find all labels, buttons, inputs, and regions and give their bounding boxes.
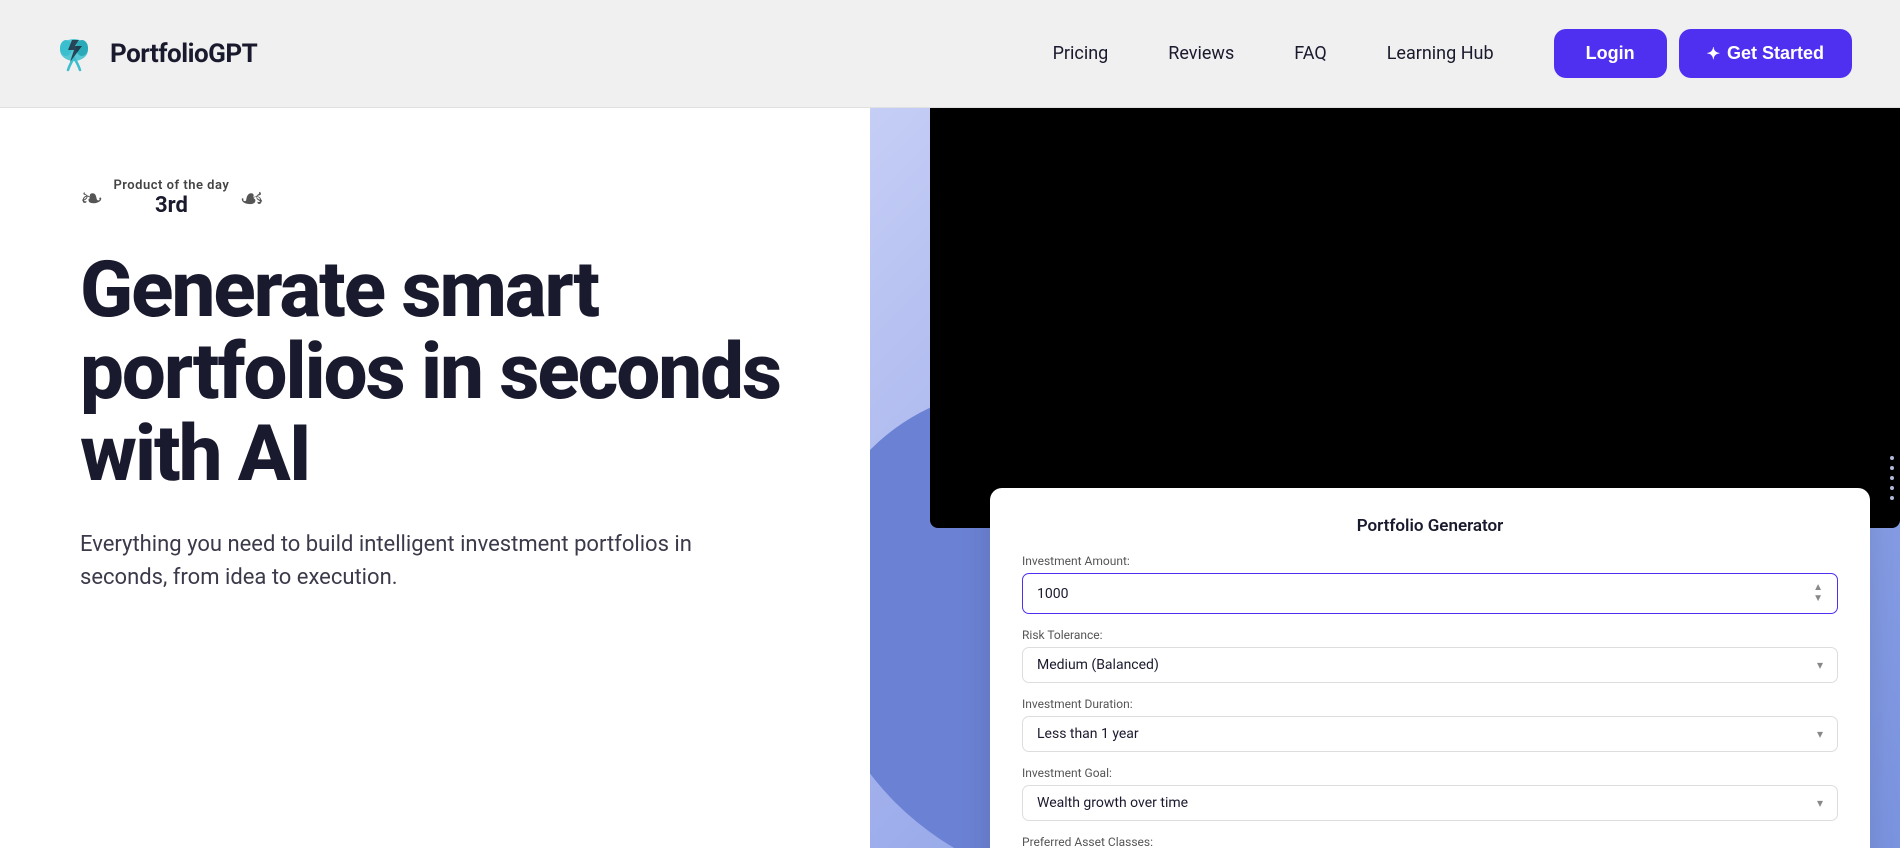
scroll-dot: [1890, 466, 1894, 470]
login-button[interactable]: Login: [1554, 29, 1667, 78]
navbar: PortfolioGPT Pricing Reviews FAQ Learnin…: [0, 0, 1900, 108]
logo-icon: [48, 28, 100, 80]
nav-learning-hub[interactable]: Learning Hub: [1387, 43, 1494, 64]
preferred-asset-field: Preferred Asset Classes:: [1022, 835, 1838, 848]
nav-pricing[interactable]: Pricing: [1053, 43, 1109, 64]
chevron-down-icon: ▾: [1817, 658, 1823, 672]
scroll-dot: [1890, 486, 1894, 490]
logo-area: PortfolioGPT: [48, 28, 257, 80]
hero-section: ❧ Product of the day 3rd ☙ Generate smar…: [0, 108, 1900, 848]
investment-goal-value: Wealth growth over time: [1037, 795, 1188, 811]
card-title: Portfolio Generator: [1022, 516, 1838, 536]
investment-amount-value: 1000: [1037, 586, 1068, 602]
sparkle-icon: ✦: [1707, 44, 1720, 64]
laptop-mockup: [930, 108, 1900, 528]
chevron-down-icon: ▾: [1817, 796, 1823, 810]
hero-subtitle: Everything you need to build intelligent…: [80, 528, 700, 594]
get-started-label: Get Started: [1727, 43, 1824, 64]
investment-goal-label: Investment Goal:: [1022, 766, 1838, 780]
chevron-down-icon: ▾: [1817, 727, 1823, 741]
laurel-right-icon: ☙: [239, 182, 264, 215]
badge-label: Product of the day: [113, 178, 229, 193]
badge-rank: 3rd: [155, 193, 188, 218]
nav-reviews[interactable]: Reviews: [1168, 43, 1234, 64]
investment-duration-field: Investment Duration: Less than 1 year ▾: [1022, 697, 1838, 752]
investment-duration-select[interactable]: Less than 1 year ▾: [1022, 716, 1838, 752]
investment-duration-label: Investment Duration:: [1022, 697, 1838, 711]
investment-amount-field: Investment Amount: 1000 ▲ ▼: [1022, 554, 1838, 614]
risk-tolerance-select[interactable]: Medium (Balanced) ▾: [1022, 647, 1838, 683]
risk-tolerance-field: Risk Tolerance: Medium (Balanced) ▾: [1022, 628, 1838, 683]
hero-title: Generate smart portfolios in seconds wit…: [80, 250, 810, 496]
nav-faq[interactable]: FAQ: [1294, 43, 1326, 64]
spinner-up-icon[interactable]: ▲: [1813, 583, 1823, 593]
product-badge: ❧ Product of the day 3rd ☙: [80, 178, 810, 218]
hero-right: Portfolio Generator Investment Amount: 1…: [870, 108, 1900, 848]
nav-links: Pricing Reviews FAQ Learning Hub: [1053, 43, 1494, 64]
risk-tolerance-value: Medium (Balanced): [1037, 657, 1159, 673]
investment-amount-input[interactable]: 1000 ▲ ▼: [1022, 573, 1838, 614]
nav-buttons: Login ✦ Get Started: [1554, 29, 1852, 78]
risk-tolerance-label: Risk Tolerance:: [1022, 628, 1838, 642]
spinner-down-icon[interactable]: ▼: [1813, 594, 1823, 604]
spinner-controls: ▲ ▼: [1813, 583, 1823, 604]
investment-goal-select[interactable]: Wealth growth over time ▾: [1022, 785, 1838, 821]
preferred-asset-label: Preferred Asset Classes:: [1022, 835, 1838, 848]
investment-amount-label: Investment Amount:: [1022, 554, 1838, 568]
laurel-left-icon: ❧: [80, 182, 103, 215]
scroll-dot: [1890, 456, 1894, 460]
portfolio-generator-card: Portfolio Generator Investment Amount: 1…: [990, 488, 1870, 848]
scroll-dots: [1890, 456, 1894, 500]
scroll-dot: [1890, 496, 1894, 500]
hero-left: ❧ Product of the day 3rd ☙ Generate smar…: [0, 108, 870, 848]
badge-text: Product of the day 3rd: [113, 178, 229, 218]
investment-duration-value: Less than 1 year: [1037, 726, 1139, 742]
investment-goal-field: Investment Goal: Wealth growth over time…: [1022, 766, 1838, 821]
scroll-dot: [1890, 476, 1894, 480]
logo-text: PortfolioGPT: [110, 39, 257, 69]
get-started-button[interactable]: ✦ Get Started: [1679, 29, 1852, 78]
